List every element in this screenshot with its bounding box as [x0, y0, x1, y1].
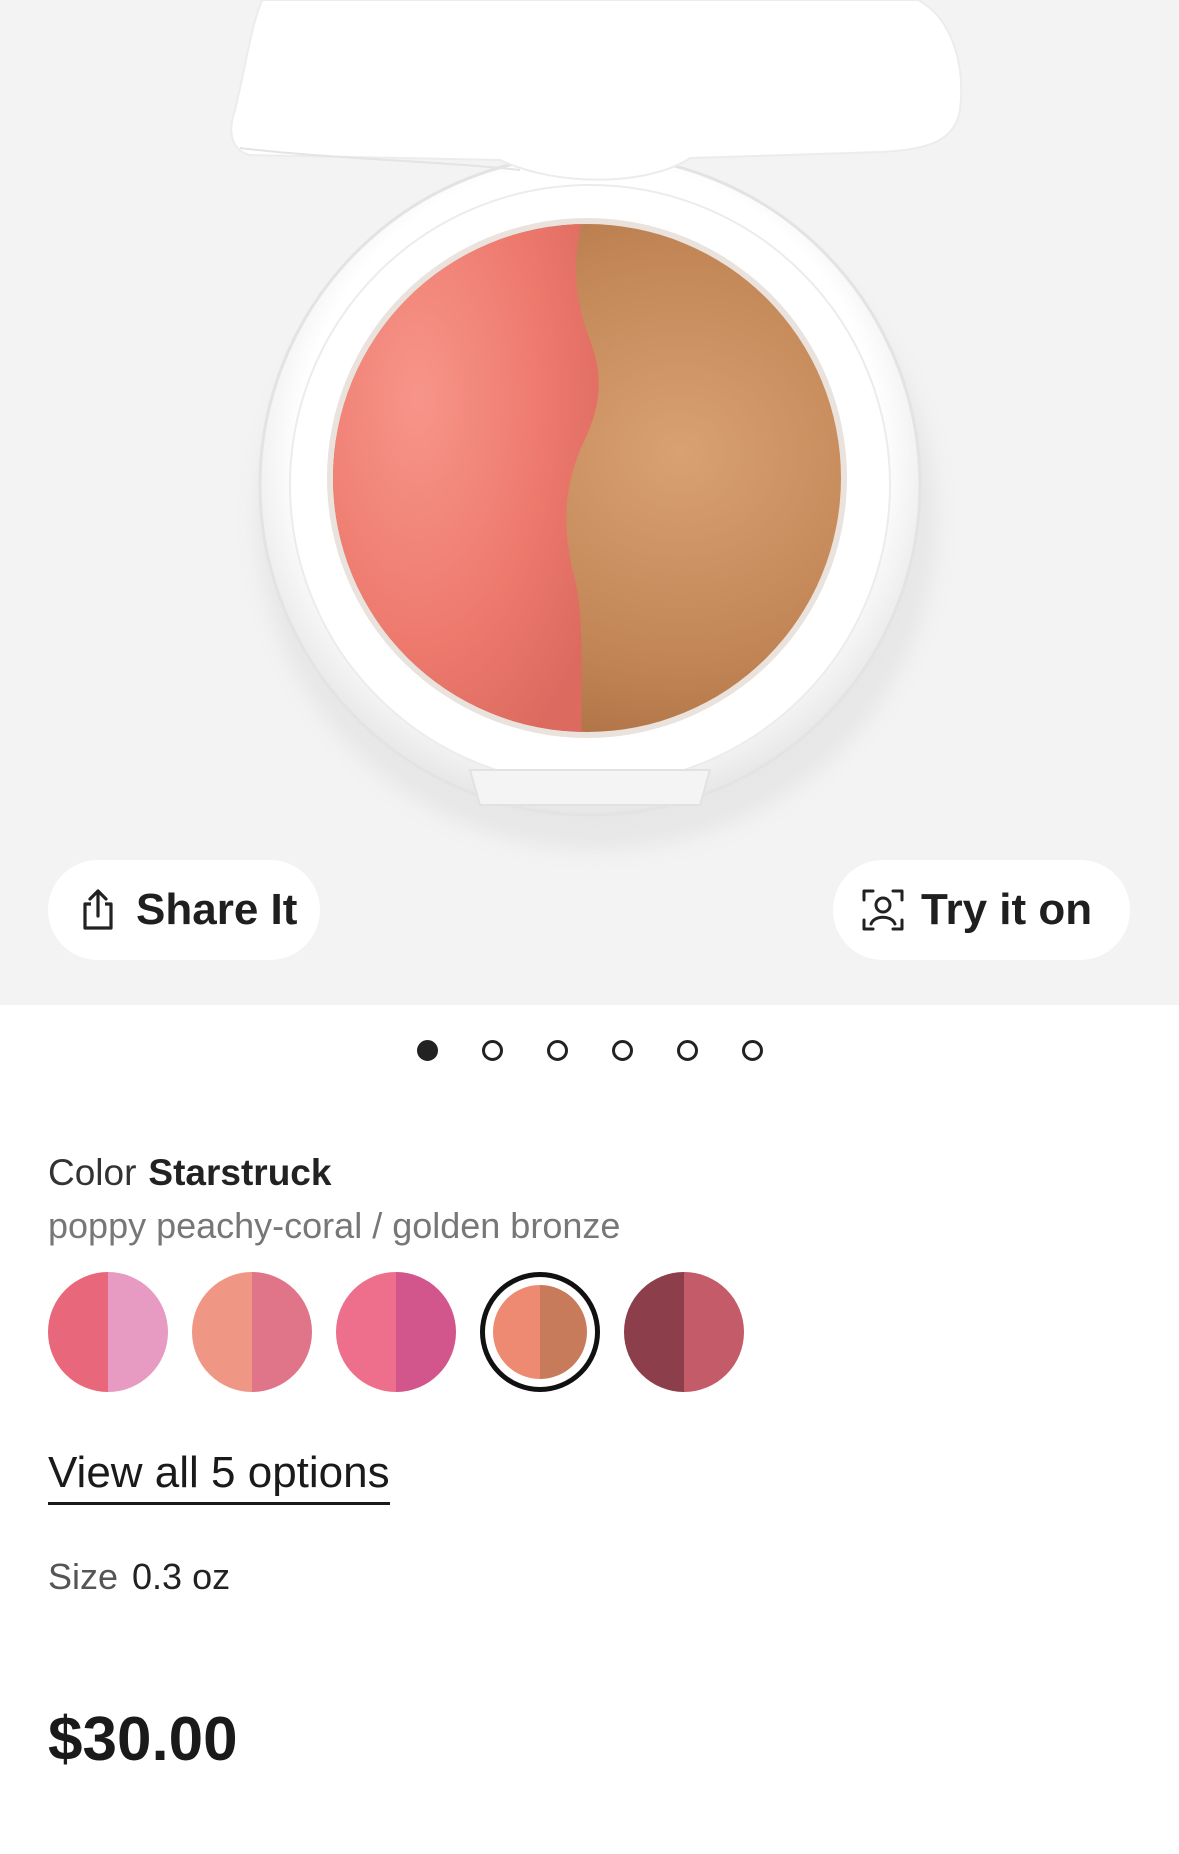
share-button[interactable]: Share It — [48, 860, 320, 960]
share-label: Share It — [136, 885, 298, 934]
size-value: 0.3 oz — [132, 1556, 231, 1597]
try-it-on-button[interactable]: Try it on — [833, 860, 1130, 960]
pagination-dot-2[interactable] — [481, 1040, 503, 1061]
swatch-right-shade — [540, 1285, 587, 1379]
swatch-fill — [624, 1272, 744, 1392]
face-scan-icon — [861, 888, 905, 932]
color-swatch-3[interactable] — [336, 1272, 456, 1392]
color-swatches — [48, 1272, 744, 1394]
share-icon — [76, 888, 120, 932]
swatch-left-shade — [336, 1272, 396, 1392]
try-it-on-label: Try it on — [921, 885, 1093, 934]
color-swatch-1[interactable] — [48, 1272, 168, 1392]
product-image — [230, 0, 963, 850]
swatch-fill — [192, 1272, 312, 1392]
color-swatch-2[interactable] — [192, 1272, 312, 1392]
pagination-dot-3[interactable] — [546, 1040, 568, 1061]
swatch-fill — [493, 1285, 587, 1379]
swatch-right-shade — [684, 1272, 744, 1392]
swatch-fill — [48, 1272, 168, 1392]
gallery-pagination — [0, 1040, 1179, 1070]
swatch-right-shade — [396, 1272, 456, 1392]
pagination-dot-1[interactable] — [416, 1040, 438, 1061]
color-label: Color — [48, 1152, 137, 1193]
color-swatch-5[interactable] — [624, 1272, 744, 1392]
pagination-dot-4[interactable] — [611, 1040, 633, 1061]
color-description: poppy peachy-coral / golden bronze — [48, 1205, 621, 1246]
color-name: Color Starstruck — [48, 1152, 331, 1194]
color-swatch-4[interactable] — [480, 1272, 600, 1392]
pagination-dot-6[interactable] — [741, 1040, 763, 1061]
size-info: Size 0.3 oz — [48, 1556, 230, 1598]
size-label: Size — [48, 1556, 119, 1597]
product-image-gallery[interactable]: Share It Try it on — [0, 0, 1179, 1005]
swatch-left-shade — [624, 1272, 684, 1392]
pagination-dot-5[interactable] — [676, 1040, 698, 1061]
price: $30.00 — [48, 1705, 238, 1774]
color-value: Starstruck — [148, 1152, 332, 1193]
swatch-left-shade — [48, 1272, 108, 1392]
swatch-left-shade — [192, 1272, 252, 1392]
swatch-right-shade — [108, 1272, 168, 1392]
view-all-options-link[interactable]: View all 5 options — [48, 1448, 390, 1505]
swatch-right-shade — [252, 1272, 312, 1392]
swatch-left-shade — [493, 1285, 540, 1379]
swatch-fill — [336, 1272, 456, 1392]
